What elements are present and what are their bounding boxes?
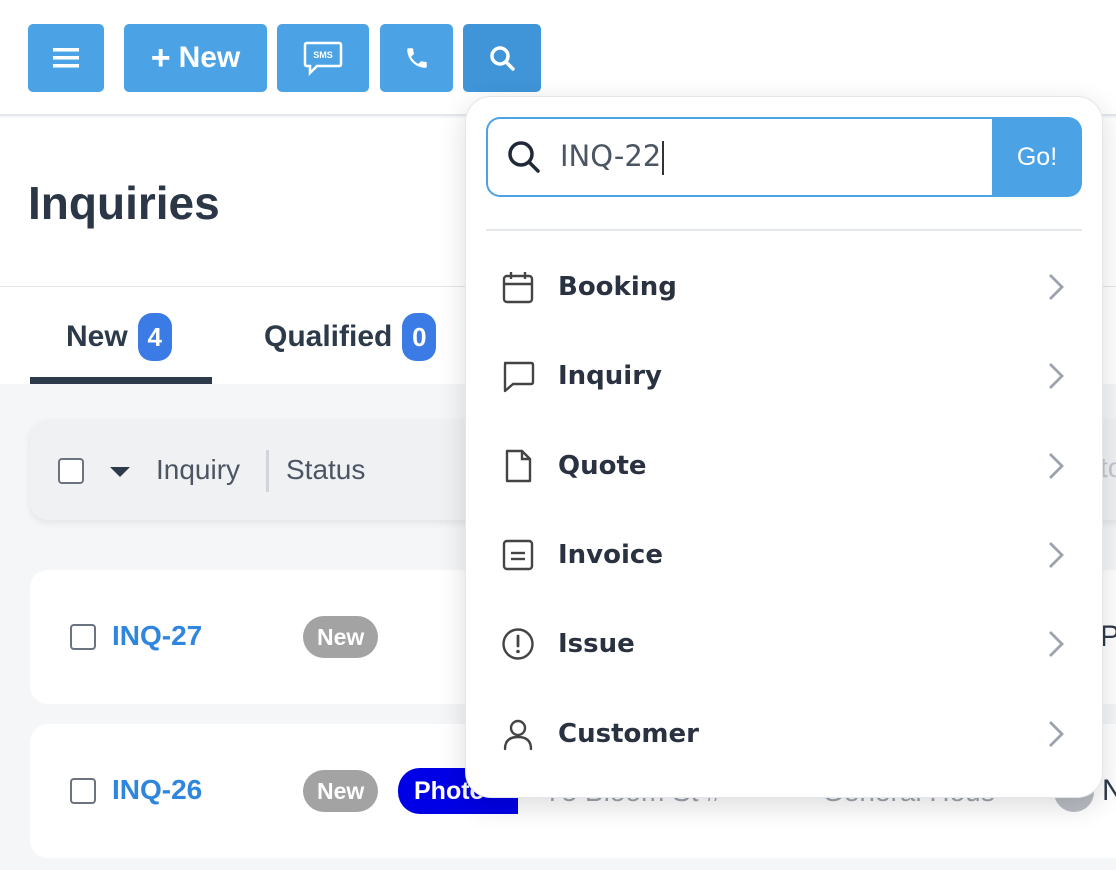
search-option-label: Inquiry [558,361,662,391]
search-value: INQ-22 [560,139,662,173]
search-option-label: Customer [558,719,699,749]
search-option-label: Quote [558,451,647,481]
active-tab-indicator [30,377,212,384]
new-button-label: New [178,41,241,74]
sms-button[interactable]: SMS [277,24,369,92]
search-option-inquiry[interactable]: Inquiry [486,336,1082,416]
chevron-right-icon [1049,453,1064,479]
phone-icon [406,48,427,68]
select-all-checkbox[interactable] [58,458,84,484]
tab-label: Qualified [264,320,393,353]
search-dropdown: INQ-22 Go! Booking Inquiry Quote Invoice… [465,96,1103,798]
hamburger-icon [53,48,79,68]
chevron-right-icon [1049,631,1064,657]
inquiry-link[interactable]: INQ-26 [112,774,202,806]
page-title: Inquiries [28,177,220,229]
new-button[interactable]: + New [124,24,267,92]
row-cell-fragment: N [1102,774,1116,807]
column-header-inquiry[interactable]: Inquiry [156,454,240,486]
phone-button[interactable] [380,24,453,92]
tab-qualified[interactable]: Qualified 0 [264,313,437,361]
search-toggle-button[interactable] [463,24,541,92]
status-badge: New [303,616,379,658]
divider [486,229,1082,231]
plus-icon: + [150,39,171,77]
search-option-label: Issue [558,629,635,659]
tab-label: New [66,320,128,353]
column-header-status[interactable]: Status [286,454,365,486]
search-icon [490,46,515,71]
row-checkbox[interactable] [70,778,96,804]
row-checkbox[interactable] [70,624,96,650]
menu-button[interactable] [28,24,104,92]
chevron-right-icon [1049,721,1064,747]
document-icon [505,449,532,483]
sms-icon: SMS [303,41,343,76]
search-option-booking[interactable]: Booking [486,247,1082,327]
search-option-quote[interactable]: Quote [486,426,1082,506]
chat-bubble-icon [503,361,535,393]
search-option-customer[interactable]: Customer [486,694,1082,774]
svg-text:SMS: SMS [313,50,333,60]
search-option-label: Booking [558,272,677,302]
go-button[interactable]: Go! [992,117,1082,197]
chevron-down-icon[interactable] [110,467,130,477]
chevron-right-icon [1049,363,1064,389]
user-icon [503,719,533,751]
search-option-label: Invoice [558,540,663,570]
inquiry-link[interactable]: INQ-27 [112,620,202,652]
tab-new[interactable]: New 4 [66,313,172,361]
alert-circle-icon [502,628,534,660]
calendar-icon [502,272,534,304]
column-divider [266,450,269,492]
search-option-issue[interactable]: Issue [486,604,1082,684]
text-cursor [662,141,665,175]
search-input[interactable]: INQ-22 [486,117,998,197]
search-icon [508,141,540,173]
chevron-right-icon [1049,542,1064,568]
tab-count-badge: 4 [137,313,172,361]
status-badge: New [303,770,379,812]
search-option-invoice[interactable]: Invoice [486,515,1082,595]
search-value-wrap: INQ-22 [560,139,665,175]
tab-count-badge: 0 [402,313,437,361]
invoice-icon [502,539,534,571]
chevron-right-icon [1049,274,1064,300]
